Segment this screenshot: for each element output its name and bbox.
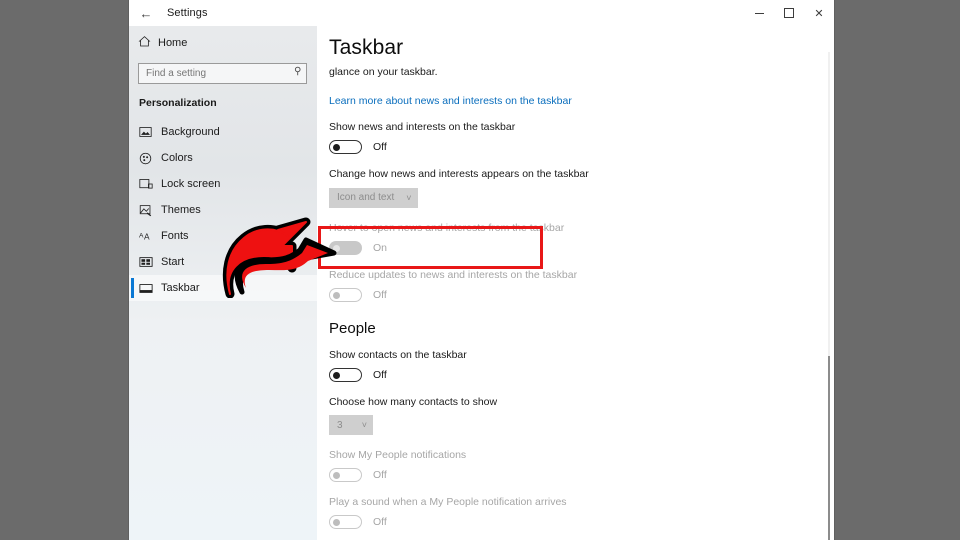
setting-label: Show My People notifications bbox=[329, 449, 467, 461]
svg-text:A: A bbox=[144, 232, 150, 242]
sidebar-home-label: Home bbox=[158, 37, 188, 49]
palette-icon bbox=[139, 152, 161, 165]
page-title: Taskbar bbox=[329, 36, 404, 59]
setting-change-appearance: Change how news and interests appears on… bbox=[329, 168, 834, 208]
back-arrow-icon[interactable]: ← bbox=[129, 0, 163, 26]
close-icon[interactable]: ✕ bbox=[804, 0, 834, 26]
image-icon bbox=[139, 126, 161, 138]
my-people-sound-toggle[interactable] bbox=[329, 515, 362, 529]
window-title: Settings bbox=[167, 7, 208, 19]
chevron-down-icon: ˅ bbox=[406, 192, 412, 203]
sidebar-item-label: Start bbox=[161, 256, 185, 268]
setting-contacts-count: Choose how many contacts to show 3 ˅ bbox=[329, 395, 834, 435]
setting-label: Show news and interests on the taskbar bbox=[329, 121, 516, 133]
sidebar-item-start[interactable]: Start bbox=[129, 249, 317, 275]
sidebar-item-taskbar[interactable]: Taskbar bbox=[129, 275, 317, 301]
sidebar-item-label: Themes bbox=[161, 204, 201, 216]
my-people-notifications-toggle[interactable] bbox=[329, 468, 362, 482]
search-container: ⚲ bbox=[129, 54, 317, 84]
sidebar-item-themes[interactable]: Themes bbox=[129, 197, 317, 223]
toggle-state-label: Off bbox=[373, 516, 387, 528]
toggle-row: Off bbox=[329, 468, 834, 482]
setting-label: Change how news and interests appears on… bbox=[329, 168, 589, 180]
themes-icon bbox=[139, 204, 161, 217]
dropdown-value: 3 bbox=[337, 419, 343, 431]
toggle-state-label: Off bbox=[373, 141, 387, 153]
lock-screen-icon bbox=[139, 178, 161, 190]
setting-label: Show contacts on the taskbar bbox=[329, 348, 467, 361]
sidebar: Home ⚲ Personalization Background bbox=[129, 26, 317, 540]
sidebar-item-home[interactable]: Home bbox=[129, 32, 317, 54]
setting-reduce-updates: Reduce updates to news and interests on … bbox=[329, 269, 834, 302]
search-icon[interactable]: ⚲ bbox=[294, 66, 301, 77]
contacts-count-dropdown[interactable]: 3 ˅ bbox=[329, 415, 373, 435]
sidebar-item-label: Background bbox=[161, 126, 220, 138]
setting-show-news: Show news and interests on the taskbar O… bbox=[329, 121, 834, 154]
setting-my-people-sound: Play a sound when a My People notificati… bbox=[329, 496, 834, 529]
toggle-state-label: On bbox=[373, 241, 388, 254]
people-section-title: People bbox=[329, 319, 376, 337]
settings-window: ← Settings ✕ Home ⚲ Perso bbox=[129, 0, 834, 540]
setting-show-contacts: Show contacts on the taskbar Off bbox=[329, 349, 834, 382]
start-icon bbox=[139, 256, 161, 268]
sidebar-item-colors[interactable]: Colors bbox=[129, 145, 317, 171]
window-controls: ✕ bbox=[744, 0, 834, 26]
toggle-state-label: Off bbox=[373, 469, 387, 481]
home-icon bbox=[138, 35, 158, 51]
toggle-row: Off bbox=[329, 287, 834, 302]
sidebar-item-lock-screen[interactable]: Lock screen bbox=[129, 171, 317, 197]
content-pane: Taskbar glance on your taskbar. Learn mo… bbox=[317, 26, 834, 540]
toggle-row: On bbox=[329, 240, 834, 255]
sidebar-item-fonts[interactable]: AA Fonts bbox=[129, 223, 317, 249]
sidebar-nav-list: Background Colors Lock screen Themes A A… bbox=[129, 119, 317, 301]
page-subtitle: glance on your taskbar. bbox=[329, 66, 438, 78]
toggle-state-label: Off bbox=[373, 368, 387, 381]
sidebar-item-label: Taskbar bbox=[161, 282, 200, 294]
maximize-icon[interactable] bbox=[774, 0, 804, 26]
learn-more-link[interactable]: Learn more about news and interests on t… bbox=[329, 95, 572, 107]
screen: ← Settings ✕ Home ⚲ Perso bbox=[0, 0, 960, 540]
sidebar-item-background[interactable]: Background bbox=[129, 119, 317, 145]
hover-to-open-toggle[interactable] bbox=[329, 240, 362, 255]
taskbar-icon bbox=[139, 283, 161, 294]
sidebar-category-label: Personalization bbox=[139, 97, 217, 109]
sidebar-item-label: Colors bbox=[161, 152, 193, 164]
setting-label: Play a sound when a My People notificati… bbox=[329, 496, 567, 508]
setting-hover-to-open: Hover to open news and interests from th… bbox=[329, 222, 834, 255]
reduce-updates-toggle[interactable] bbox=[329, 287, 362, 302]
show-news-toggle[interactable] bbox=[329, 140, 362, 154]
sidebar-item-label: Fonts bbox=[161, 230, 189, 242]
dropdown-value: Icon and text bbox=[337, 192, 395, 203]
search-input[interactable] bbox=[139, 64, 278, 83]
show-contacts-toggle[interactable] bbox=[329, 367, 362, 382]
setting-label: Reduce updates to news and interests on … bbox=[329, 268, 578, 281]
toggle-state-label: Off bbox=[373, 288, 387, 301]
title-bar: ← Settings ✕ bbox=[129, 0, 834, 26]
scrollbar-thumb[interactable] bbox=[828, 356, 830, 540]
toggle-row: Off bbox=[329, 140, 834, 154]
sidebar-item-label: Lock screen bbox=[161, 178, 221, 190]
setting-label: Hover to open news and interests from th… bbox=[329, 221, 565, 234]
news-appearance-dropdown[interactable]: Icon and text ˅ bbox=[329, 187, 418, 208]
minimize-icon[interactable] bbox=[744, 0, 774, 26]
toggle-row: Off bbox=[329, 367, 834, 382]
fonts-icon: AA bbox=[139, 230, 161, 242]
setting-my-people-notifications: Show My People notifications Off bbox=[329, 449, 834, 482]
toggle-row: Off bbox=[329, 515, 834, 529]
setting-label: Choose how many contacts to show bbox=[329, 395, 498, 408]
search-box[interactable]: ⚲ bbox=[138, 63, 307, 84]
chevron-down-icon: ˅ bbox=[361, 420, 367, 430]
